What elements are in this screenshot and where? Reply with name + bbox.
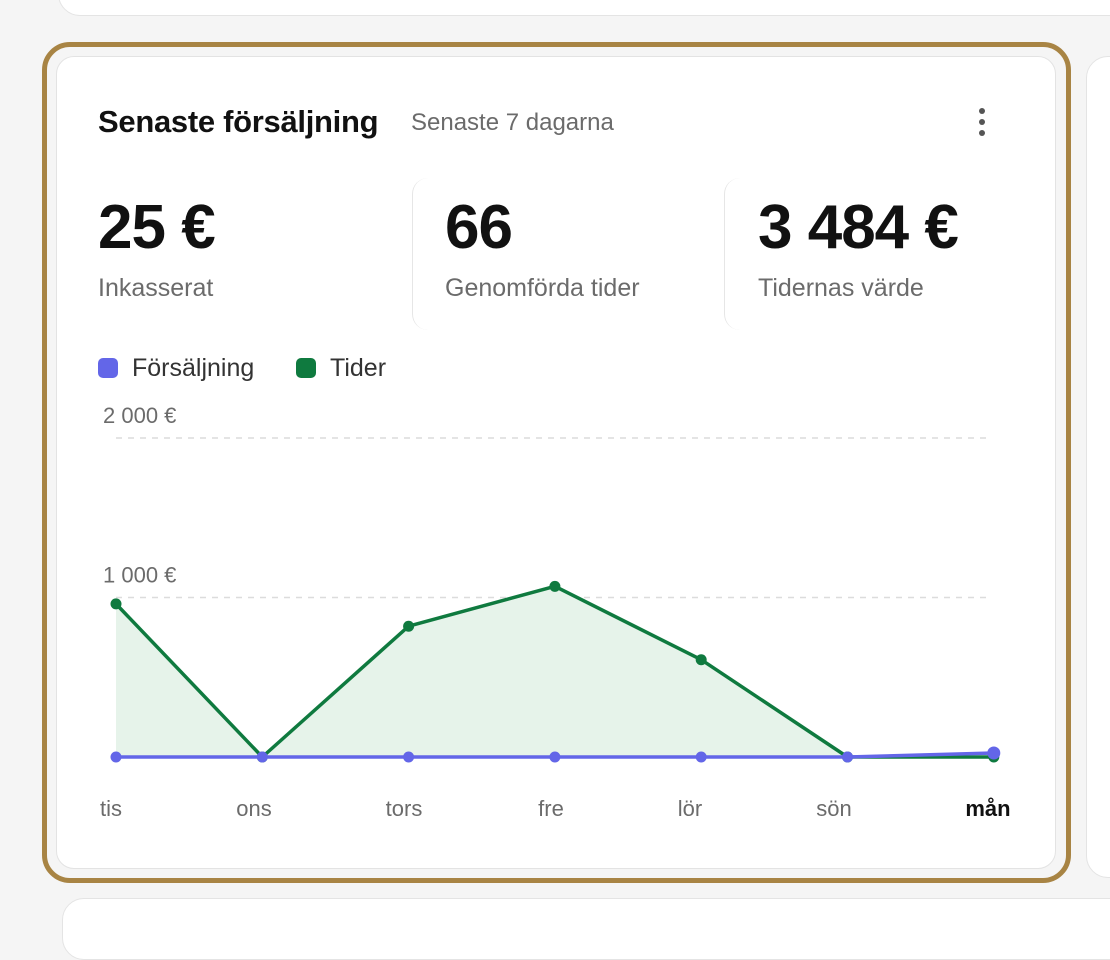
data-point-sales: [110, 751, 122, 763]
x-tick-label: fre: [538, 796, 564, 821]
data-point-appointments: [695, 654, 707, 666]
x-tick-label: lör: [678, 796, 702, 821]
next-card: [62, 898, 1110, 960]
data-point-sales: [549, 751, 561, 763]
data-point-sales: [695, 751, 707, 763]
sales-chart: 1 000 € 2 000 € tis ons tors fre lör sön mån: [100, 403, 1011, 821]
data-point-appointments: [549, 580, 561, 592]
x-tick-label: sön: [816, 796, 851, 821]
y-tick-label: 2 000 €: [103, 403, 176, 428]
series-area-appointments: [116, 586, 994, 757]
x-tick-label: mån: [965, 796, 1010, 821]
x-tick-label: tis: [100, 796, 122, 821]
data-point-appointments: [110, 598, 122, 610]
x-tick-label: ons: [236, 796, 271, 821]
data-point-sales: [842, 751, 853, 763]
data-point-sales: [987, 746, 1001, 760]
data-point-appointments: [403, 620, 415, 632]
data-point-sales: [256, 751, 268, 763]
x-tick-label: tors: [386, 796, 423, 821]
y-tick-label: 1 000 €: [103, 563, 176, 588]
data-point-sales: [403, 751, 415, 763]
